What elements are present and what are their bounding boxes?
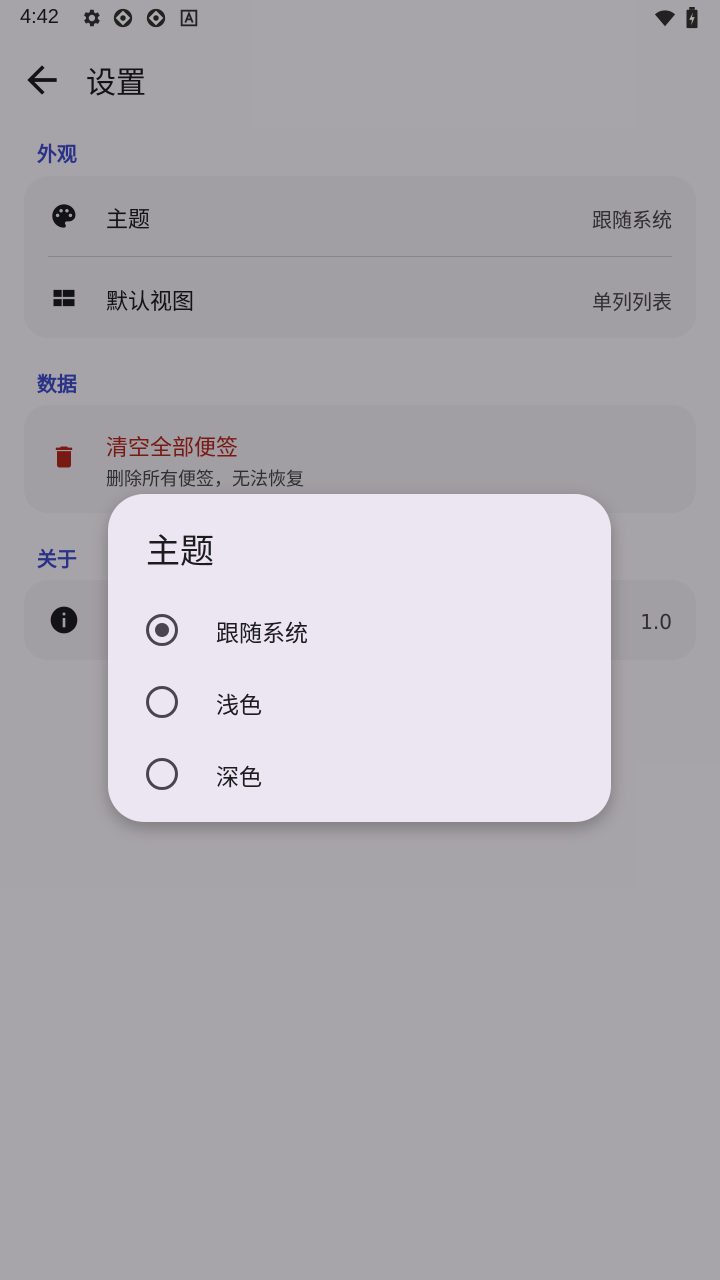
option-label: 跟随系统 (216, 621, 308, 647)
theme-option-light[interactable]: 浅色 (108, 666, 611, 738)
radio-button[interactable] (146, 758, 178, 790)
theme-dialog: 主题 跟随系统 浅色 深色 (108, 494, 611, 822)
theme-option-dark[interactable]: 深色 (108, 738, 611, 810)
dialog-title: 主题 (146, 532, 214, 572)
option-label: 深色 (216, 765, 262, 791)
theme-option-system[interactable]: 跟随系统 (108, 594, 611, 666)
option-label: 浅色 (216, 693, 262, 719)
radio-button[interactable] (146, 686, 178, 718)
radio-button-selected[interactable] (146, 614, 178, 646)
